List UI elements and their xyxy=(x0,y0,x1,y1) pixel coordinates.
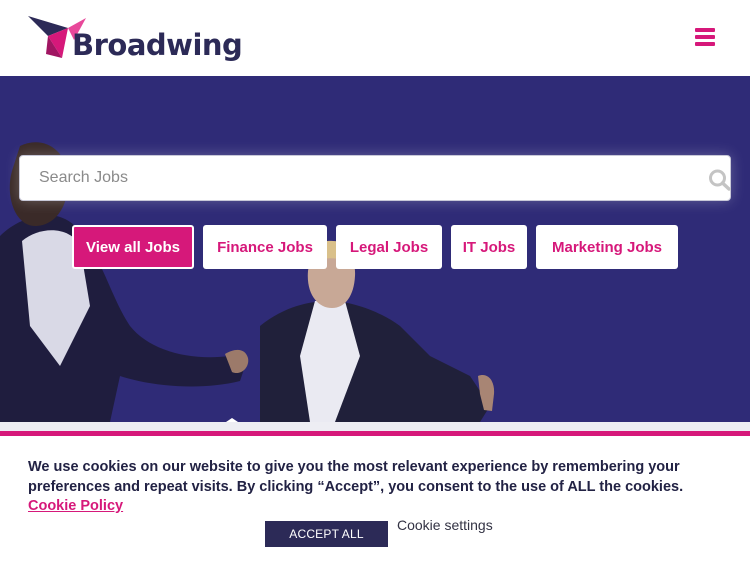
view-all-jobs-button[interactable]: View all Jobs xyxy=(72,225,194,269)
it-jobs-button[interactable]: IT Jobs xyxy=(451,225,527,269)
search-input[interactable] xyxy=(39,156,679,200)
accept-all-button[interactable]: ACCEPT ALL xyxy=(265,521,388,547)
search-icon[interactable] xyxy=(708,169,732,191)
site-header: Broadwing xyxy=(0,0,750,76)
finance-jobs-button[interactable]: Finance Jobs xyxy=(203,225,327,269)
cookie-banner: We use cookies on our website to give yo… xyxy=(0,431,750,563)
hero-banner: View all Jobs Finance Jobs Legal Jobs IT… xyxy=(0,76,750,422)
job-search-box xyxy=(19,155,731,201)
hamburger-menu-icon[interactable] xyxy=(695,28,715,46)
broadwing-logo[interactable]: Broadwing xyxy=(28,14,243,62)
cookie-settings-link[interactable]: Cookie settings xyxy=(397,517,493,533)
cookie-banner-edge xyxy=(0,422,750,431)
cookie-policy-link[interactable]: Cookie Policy xyxy=(28,498,123,514)
legal-jobs-button[interactable]: Legal Jobs xyxy=(336,225,442,269)
cookie-message: We use cookies on our website to give yo… xyxy=(28,459,684,495)
logo-wordmark: Broadwing xyxy=(72,28,243,62)
marketing-jobs-button[interactable]: Marketing Jobs xyxy=(536,225,678,269)
